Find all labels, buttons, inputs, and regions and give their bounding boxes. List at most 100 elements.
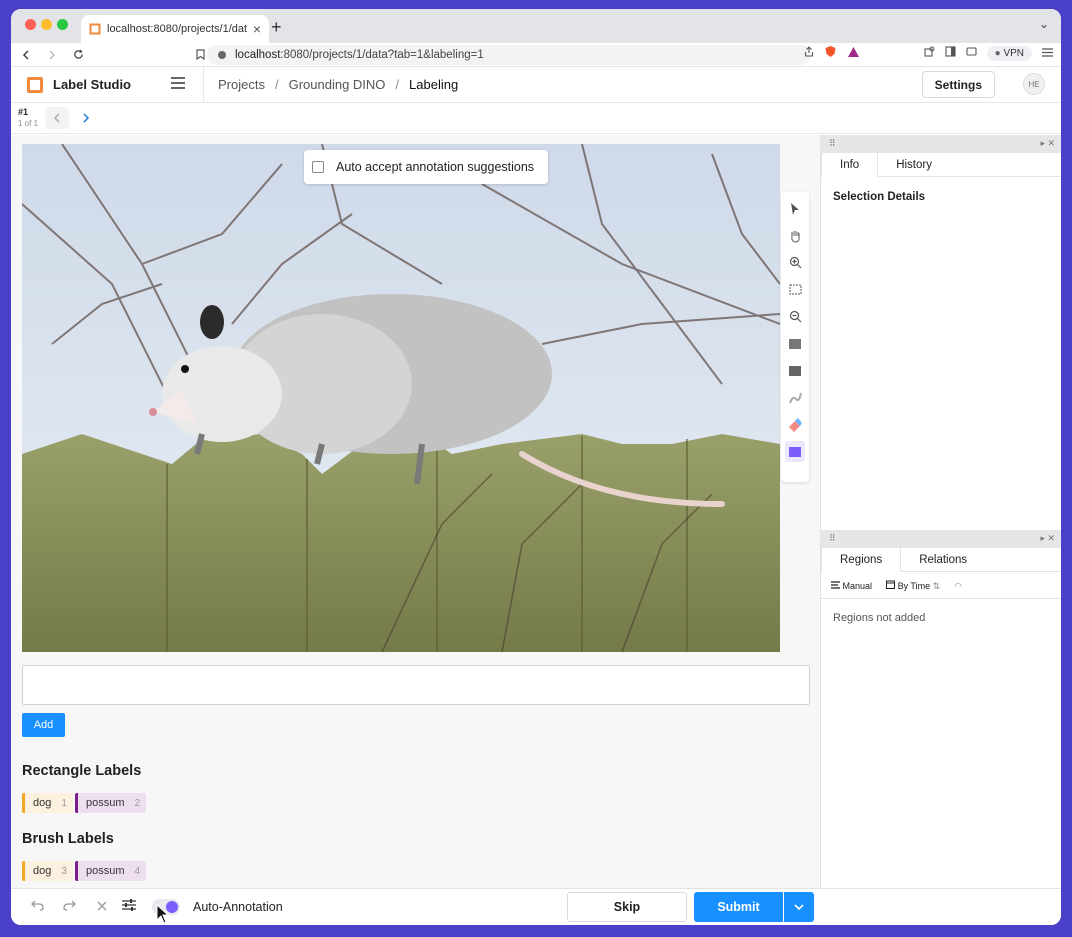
add-button[interactable]: Add: [22, 713, 65, 737]
chevron-right-icon: [83, 113, 90, 123]
auto-accept-toggle[interactable]: Auto accept annotation suggestions: [304, 150, 548, 184]
label-studio-logo-icon[interactable]: [27, 76, 43, 93]
tab-regions[interactable]: Regions: [821, 548, 902, 572]
sort-label: By Time: [897, 581, 931, 591]
fit-screen-icon[interactable]: [785, 279, 805, 300]
tab-info[interactable]: Info: [821, 153, 879, 177]
info-tabs: Info History: [821, 153, 1061, 177]
undo-icon[interactable]: [31, 898, 44, 914]
avatar[interactable]: HE: [1023, 73, 1045, 95]
browser-tabstrip: localhost:8080/projects/1/data × + ⌄: [11, 9, 1061, 43]
app-header: Label Studio Projects / Grounding DINO /…: [11, 66, 1061, 103]
forward-icon[interactable]: [41, 45, 63, 65]
reload-icon[interactable]: [67, 45, 89, 65]
label-studio-favicon-icon: [89, 23, 101, 35]
brave-rewards-icon[interactable]: [847, 46, 860, 61]
regions-tabs: Regions Relations: [821, 548, 1061, 572]
side-panel: ⠿ ▸ ✕ Info History Selection Details ⠿ ▸…: [820, 135, 1061, 888]
tab-close-icon[interactable]: ×: [253, 21, 261, 37]
task-navigation: #1 1 of 1: [11, 104, 1061, 134]
visibility-icon[interactable]: ◠: [954, 581, 962, 592]
tab-search-icon[interactable]: ⌄: [1039, 17, 1049, 31]
next-task-button[interactable]: [75, 107, 97, 129]
drag-handle-icon[interactable]: ⠿: [829, 533, 836, 544]
browser-window: localhost:8080/projects/1/data × + ⌄ loc…: [11, 9, 1061, 925]
url-path: :8080/projects/1/data?tab=1&labeling=1: [280, 49, 484, 61]
brush-tool-icon[interactable]: [785, 387, 805, 408]
breadcrumb-separator: /: [274, 77, 279, 92]
panel-controls-icon[interactable]: ▸ ✕: [1040, 138, 1055, 149]
annotation-image[interactable]: Auto accept annotation suggestions: [22, 144, 780, 652]
browser-menu-icon[interactable]: [1042, 46, 1053, 60]
zoom-in-icon[interactable]: [785, 252, 805, 273]
label-rect-dog[interactable]: dog 1: [22, 793, 73, 813]
manual-label: Manual: [842, 581, 873, 591]
info-panel-header[interactable]: ⠿ ▸ ✕: [821, 135, 1061, 153]
sidebar-toggle-icon[interactable]: [945, 46, 956, 60]
settings-sliders-icon[interactable]: [122, 898, 136, 914]
chevron-down-icon: [794, 904, 804, 910]
settings-button[interactable]: Settings: [921, 71, 995, 98]
label-rect-possum[interactable]: possum 2: [75, 793, 147, 813]
breadcrumb-projects[interactable]: Projects: [218, 77, 265, 92]
text-input[interactable]: [22, 665, 810, 705]
auto-accept-checkbox[interactable]: [312, 161, 324, 173]
browser-actions: ● VPN: [804, 45, 1053, 61]
vpn-button[interactable]: ● VPN: [986, 45, 1032, 61]
rectangle-3point-tool-icon[interactable]: [785, 360, 805, 381]
pointer-tool-icon[interactable]: [785, 198, 805, 219]
regions-panel-header[interactable]: ⠿ ▸ ✕: [821, 530, 1061, 548]
new-tab-button[interactable]: +: [271, 17, 282, 38]
auto-accept-label: Auto accept annotation suggestions: [336, 160, 535, 174]
submit-options-button[interactable]: [784, 892, 814, 922]
app-name[interactable]: Label Studio: [53, 77, 161, 92]
list-icon: [831, 581, 840, 589]
breadcrumb-separator: /: [395, 77, 400, 92]
eraser-tool-icon[interactable]: [785, 414, 805, 435]
label-brush-dog[interactable]: dog 3: [22, 861, 73, 881]
site-info-icon[interactable]: [217, 50, 227, 60]
tool-palette: [781, 192, 809, 482]
browser-tab[interactable]: localhost:8080/projects/1/data ×: [81, 15, 269, 43]
manual-grouping-button[interactable]: Manual: [831, 581, 872, 591]
pan-tool-icon[interactable]: [785, 225, 805, 246]
mouse-cursor-icon: [156, 904, 170, 924]
minimize-window-button[interactable]: [41, 19, 52, 30]
header-divider: [203, 66, 204, 103]
magic-wand-tool-icon[interactable]: [785, 441, 805, 462]
redo-icon[interactable]: [63, 898, 76, 914]
tab-history[interactable]: History: [878, 153, 950, 177]
wallet-icon[interactable]: [966, 46, 977, 60]
zoom-window-button[interactable]: [57, 19, 68, 30]
panel-controls-icon[interactable]: ▸ ✕: [1040, 533, 1055, 544]
brush-labels-title: Brush Labels: [22, 831, 114, 847]
submit-button[interactable]: Submit: [694, 892, 783, 922]
main-menu-icon[interactable]: [171, 76, 203, 94]
rectangle-tool-icon[interactable]: [785, 333, 805, 354]
breadcrumb-current: Labeling: [409, 77, 459, 92]
close-window-button[interactable]: [25, 19, 36, 30]
label-hotkey: 2: [134, 797, 141, 809]
back-icon[interactable]: [15, 45, 37, 65]
opossum-on-fence-image: [22, 144, 780, 652]
address-bar[interactable]: localhost:8080/projects/1/data?tab=1&lab…: [207, 45, 811, 65]
reset-icon[interactable]: [97, 898, 107, 914]
sort-direction-icon[interactable]: ⇅: [933, 581, 941, 591]
auto-annotation-label: Auto-Annotation: [193, 900, 283, 914]
breadcrumb-project[interactable]: Grounding DINO: [289, 77, 386, 92]
sort-by-time-button[interactable]: By Time ⇅: [886, 580, 940, 592]
label-brush-possum[interactable]: possum 4: [75, 861, 147, 881]
chevron-left-icon: [53, 113, 60, 123]
tab-relations[interactable]: Relations: [901, 548, 985, 572]
regions-empty-message: Regions not added: [833, 612, 926, 624]
zoom-out-icon[interactable]: [785, 306, 805, 327]
share-icon[interactable]: [804, 46, 814, 60]
brave-shield-icon[interactable]: [824, 45, 837, 61]
drag-handle-icon[interactable]: ⠿: [829, 138, 836, 149]
extensions-icon[interactable]: [924, 46, 935, 60]
tab-title: localhost:8080/projects/1/data: [107, 23, 247, 35]
labeling-area: Auto accept annotation suggestions Add R…: [11, 135, 820, 888]
skip-button[interactable]: Skip: [567, 892, 687, 922]
prev-task-button[interactable]: [45, 107, 69, 129]
label-name: dog: [33, 865, 52, 877]
